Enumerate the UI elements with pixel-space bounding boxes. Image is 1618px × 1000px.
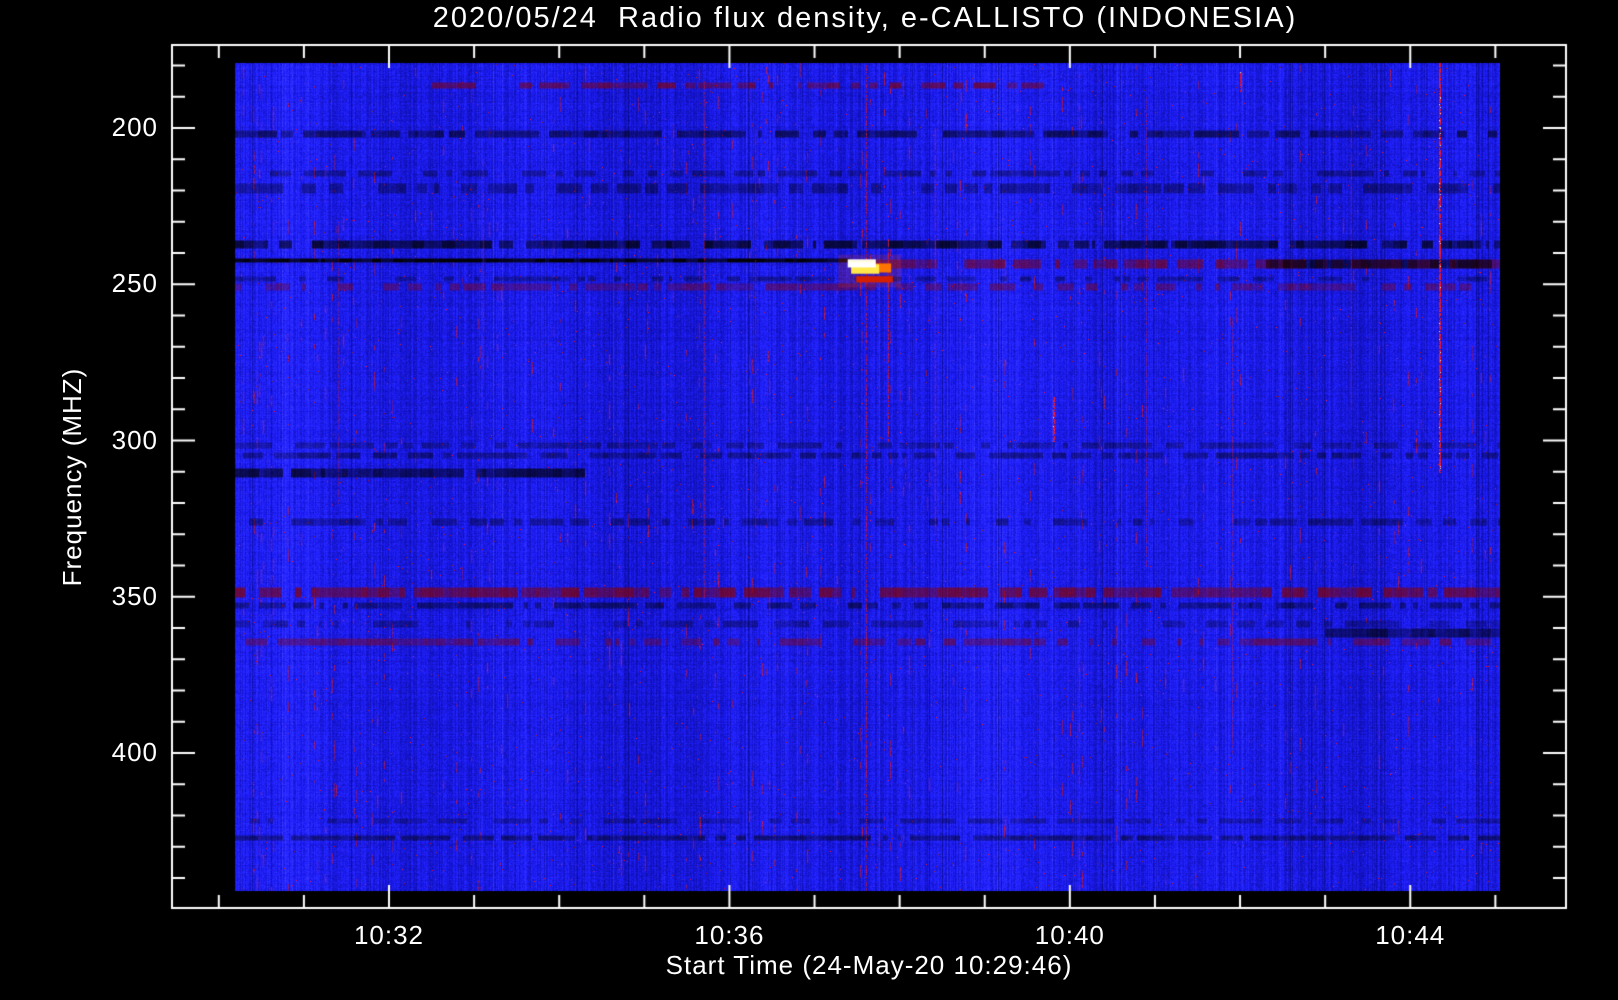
chart-title: 2020/05/24 Radio flux density, e-CALLIST… bbox=[432, 2, 1298, 34]
spectrogram-page: 2020/05/24 Radio flux density, e-CALLIST… bbox=[0, 0, 1618, 1000]
x-axis-label: Start Time (24-May-20 10:29:46) bbox=[665, 950, 1073, 980]
y-tick-label: 350 bbox=[111, 580, 158, 611]
x-tick-label: 10:32 bbox=[353, 920, 425, 950]
spectrogram-canvas bbox=[0, 0, 1618, 1000]
y-tick-label: 250 bbox=[111, 268, 158, 299]
x-tick-label: 10:36 bbox=[694, 920, 765, 950]
y-tick-label: 400 bbox=[111, 737, 158, 768]
y-tick-label: 200 bbox=[111, 112, 158, 143]
x-tick-label: 10:44 bbox=[1375, 920, 1446, 950]
y-axis-label: Frequency (MHZ) bbox=[57, 367, 87, 587]
y-tick-label: 300 bbox=[111, 424, 158, 455]
x-tick-label: 10:40 bbox=[1034, 920, 1105, 950]
